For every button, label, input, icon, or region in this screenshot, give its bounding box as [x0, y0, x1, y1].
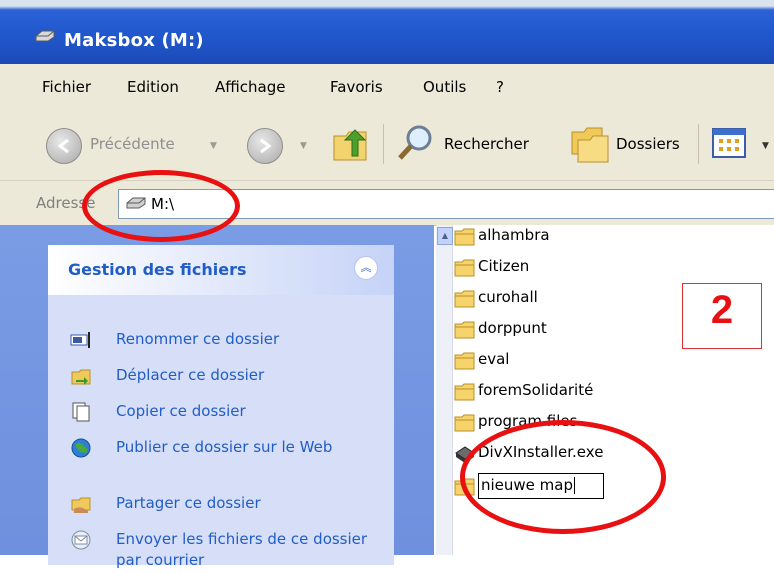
back-arrow-icon: [57, 138, 69, 154]
collapse-chevron-icon[interactable]: ︽: [354, 256, 378, 280]
back-dropdown-icon[interactable]: ▼: [210, 141, 217, 151]
menu-help[interactable]: ?: [496, 78, 504, 96]
forward-dropdown-icon[interactable]: ▼: [300, 141, 307, 151]
menu-outils[interactable]: Outils: [423, 78, 466, 96]
task-label: Partager ce dossier: [116, 494, 261, 512]
file-name: curohall: [478, 288, 538, 306]
menu-edition[interactable]: Edition: [127, 78, 179, 96]
search-icon[interactable]: [395, 122, 437, 164]
task-label: Envoyer les fichiers de ce dossier par c…: [116, 530, 368, 569]
folder-icon: [454, 228, 475, 246]
toolbar: Précédente ▼ ▼ Rechercher Dossiers ▼: [0, 108, 774, 180]
vertical-scrollbar[interactable]: ▲: [436, 225, 453, 555]
forward-arrow-icon: [260, 138, 272, 154]
folder-icon: [454, 259, 475, 277]
share-icon: [71, 497, 91, 513]
task-label: Renommer ce dossier: [116, 330, 280, 348]
folder-icon: [454, 352, 475, 370]
folder-icon: [454, 290, 475, 308]
file-tasks-title: Gestion des fichiers: [68, 260, 247, 279]
file-tasks-box: Gestion des fichiers ︽ Renommer ce dossi…: [48, 245, 394, 569]
annotation-step-number: 2: [710, 288, 734, 332]
task-label: Copier ce dossier: [116, 402, 246, 420]
mail-icon: [71, 530, 91, 550]
task-label: Publier ce dossier sur le Web: [116, 438, 333, 456]
file-name: alhambra: [478, 226, 550, 244]
folders-label[interactable]: Dossiers: [616, 135, 680, 153]
folder-icon: [454, 414, 475, 432]
file-name: Citizen: [478, 257, 530, 275]
file-name: eval: [478, 350, 510, 368]
scroll-up-icon[interactable]: ▲: [437, 227, 453, 245]
drive-icon: [35, 30, 55, 42]
rename-icon: [70, 332, 90, 348]
task-pane: Gestion des fichiers ︽ Renommer ce dossi…: [0, 225, 434, 569]
publish-web-icon: [71, 438, 91, 458]
menu-affichage[interactable]: Affichage: [215, 78, 285, 96]
title-bar[interactable]: Maksbox (M:): [0, 0, 774, 64]
menu-favoris[interactable]: Favoris: [330, 78, 383, 96]
views-dropdown-icon[interactable]: ▼: [762, 141, 769, 151]
back-button[interactable]: [46, 128, 82, 164]
copy-icon: [72, 402, 90, 422]
menu-bar: Fichier Edition Affichage Favoris Outils…: [0, 64, 774, 109]
file-tasks-header[interactable]: Gestion des fichiers ︽: [48, 245, 394, 295]
up-folder-icon[interactable]: [330, 122, 374, 166]
folder-icon: [454, 321, 475, 339]
forward-button[interactable]: [247, 128, 283, 164]
annotation-step-box: 2: [682, 283, 762, 349]
file-name: dorppunt: [478, 319, 547, 337]
back-label[interactable]: Précédente: [90, 135, 175, 153]
task-label: Déplacer ce dossier: [116, 366, 265, 384]
file-name: foremSolidarité: [478, 381, 594, 399]
window-title: Maksbox (M:): [64, 30, 204, 51]
search-label[interactable]: Rechercher: [444, 135, 529, 153]
annotation-ellipse-address: [82, 170, 240, 242]
annotation-ellipse-rename: [460, 420, 666, 534]
menu-fichier[interactable]: Fichier: [42, 78, 91, 96]
move-icon: [71, 369, 91, 385]
views-icon[interactable]: [712, 128, 746, 158]
folders-icon[interactable]: [568, 124, 612, 164]
folder-icon: [454, 383, 475, 401]
